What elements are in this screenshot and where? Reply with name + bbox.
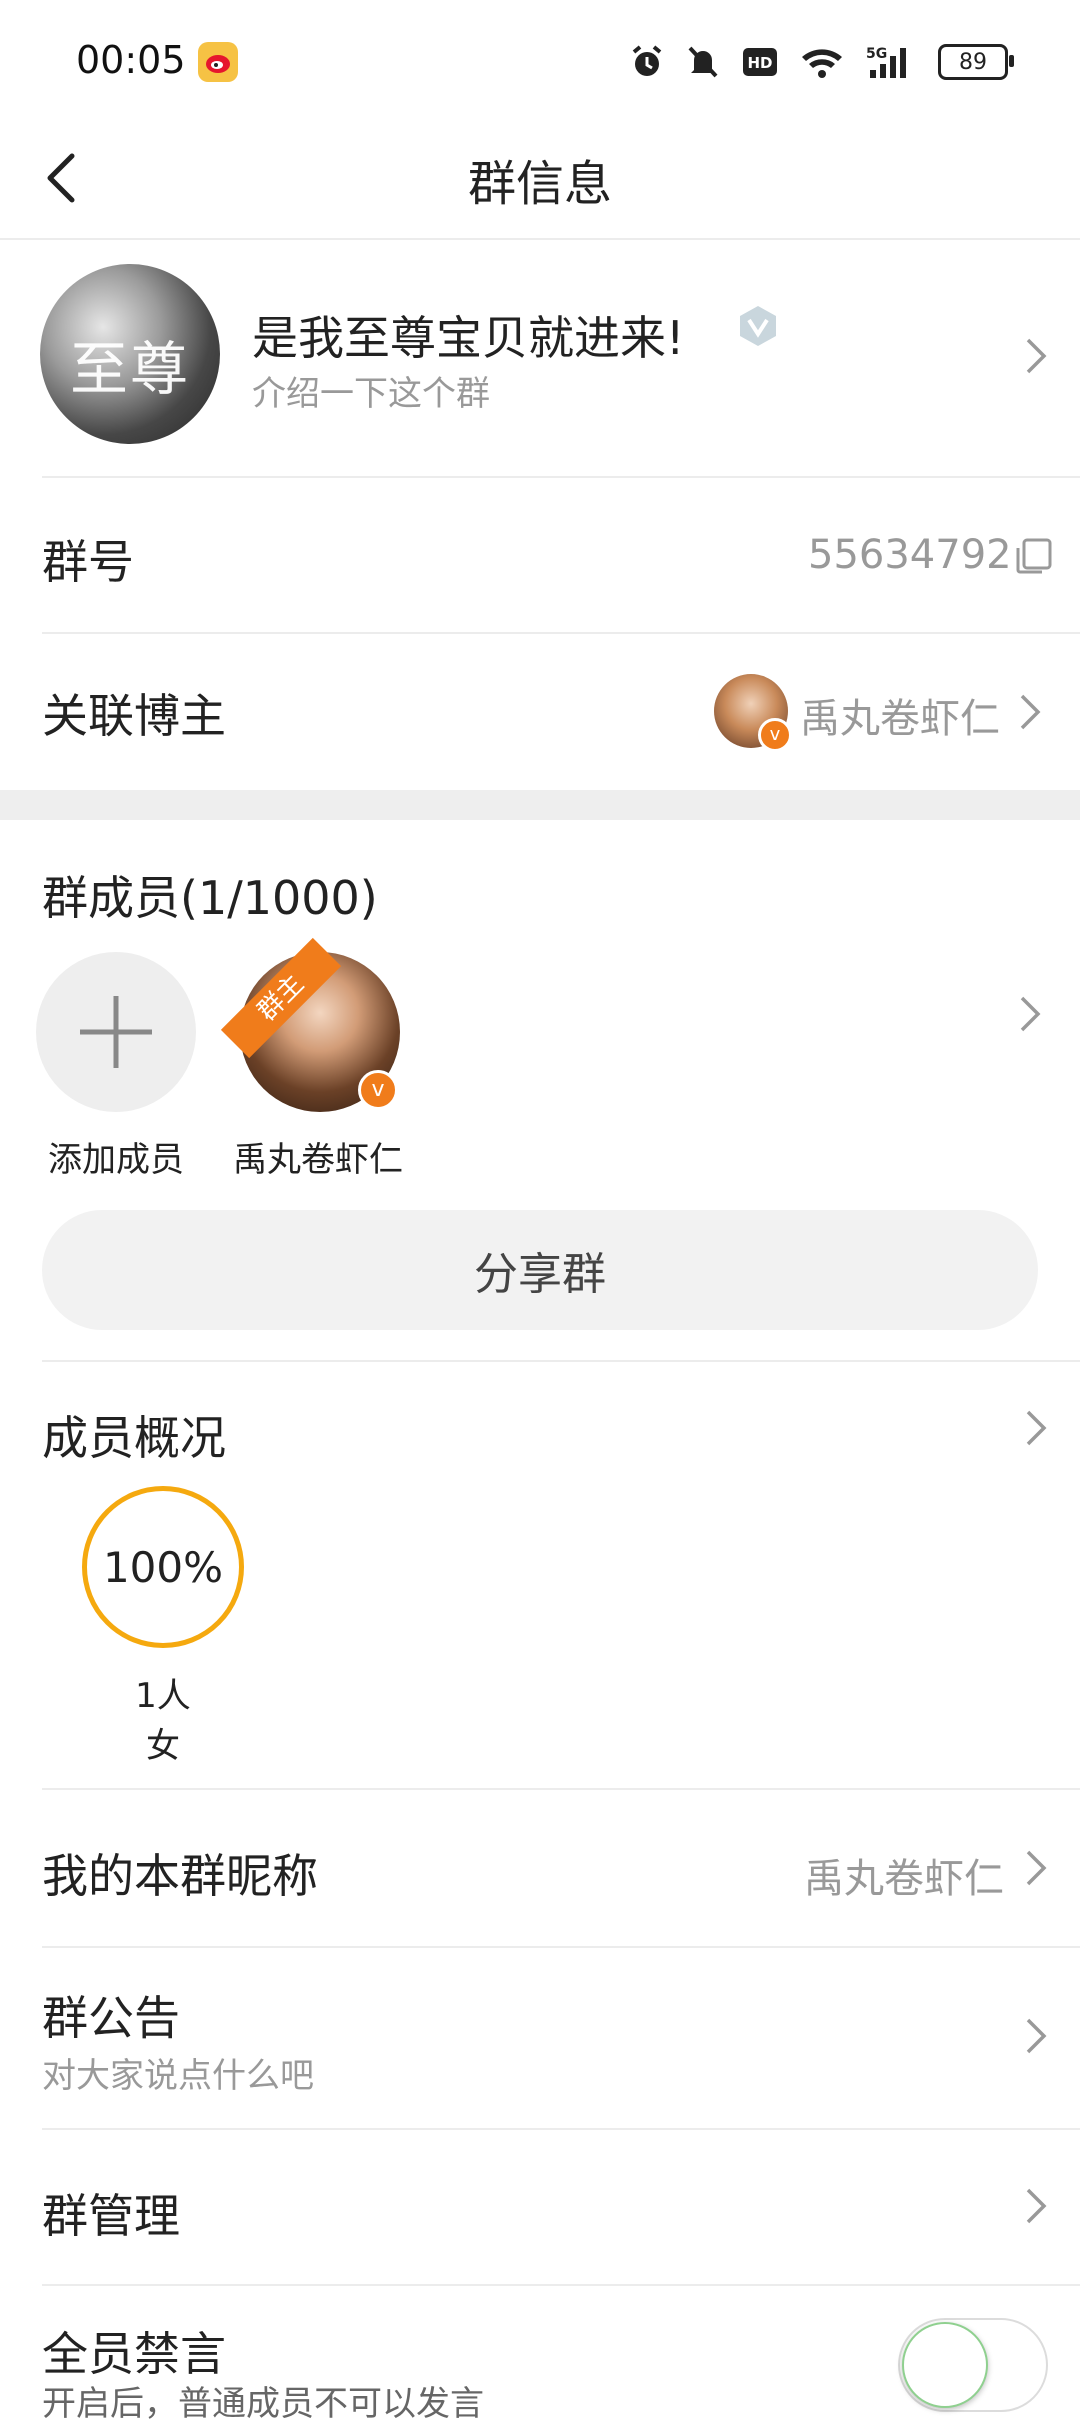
- members-title: 群成员(1/1000): [42, 871, 378, 925]
- chevron-right-icon: [1020, 694, 1041, 730]
- my-nickname-value: 禹丸卷虾仁: [804, 1856, 1004, 1902]
- group-avatar: 至尊: [40, 264, 220, 444]
- nav-bar: 群信息: [0, 120, 1080, 240]
- management-label: 群管理: [42, 2189, 180, 2243]
- section-separator: [0, 790, 1080, 820]
- mute-all-toggle[interactable]: [898, 2318, 1048, 2412]
- plus-icon: [80, 996, 152, 1068]
- group-number-label: 群号: [42, 535, 134, 589]
- group-number-value: 55634792: [808, 532, 1012, 578]
- weibo-icon: [198, 42, 238, 82]
- member-overview-title: 成员概况: [42, 1411, 226, 1465]
- status-icons: HD 5G 89: [630, 40, 1014, 84]
- 5g-signal-icon: 5G: [866, 44, 916, 80]
- divider: [42, 2284, 1080, 2286]
- copy-icon[interactable]: [1014, 536, 1054, 576]
- gender-label: 女: [146, 1726, 180, 1766]
- diamond-badge-icon: [736, 304, 780, 348]
- chevron-right-icon: [1026, 338, 1047, 374]
- wifi-icon: [800, 45, 844, 79]
- member-avatar[interactable]: 群主 v: [220, 937, 400, 1112]
- add-member-button[interactable]: [36, 952, 196, 1112]
- toggle-knob: [902, 2322, 988, 2408]
- member-name: 禹丸卷虾仁: [233, 1140, 403, 1180]
- page-title: 群信息: [467, 156, 612, 212]
- chevron-right-icon: [1026, 1410, 1047, 1446]
- mute-all-label: 全员禁言: [42, 2327, 226, 2381]
- mute-all-sub: 开启后，普通成员不可以发言: [42, 2384, 484, 2424]
- chevron-right-icon[interactable]: [1016, 994, 1044, 1034]
- hd-icon: HD: [742, 47, 778, 77]
- chevron-right-icon: [1026, 2188, 1047, 2224]
- chevron-right-icon: [1026, 2018, 1047, 2054]
- alarm-icon: [630, 44, 664, 80]
- announcement-label: 群公告: [42, 1991, 180, 2045]
- member-count: 1人: [135, 1676, 191, 1716]
- add-member-label: 添加成员: [48, 1140, 184, 1180]
- mute-icon: [686, 44, 720, 80]
- svg-text:5G: 5G: [866, 46, 887, 62]
- gender-ratio-ring: 100%: [82, 1486, 244, 1648]
- battery-icon: 89: [938, 44, 1014, 80]
- verified-badge-icon: v: [358, 1070, 398, 1110]
- verified-badge-icon: v: [758, 718, 792, 752]
- my-nickname-label: 我的本群昵称: [42, 1849, 318, 1903]
- svg-text:HD: HD: [747, 54, 772, 72]
- announcement-sub: 对大家说点什么吧: [42, 2056, 314, 2096]
- status-bar: 00:05 HD 5G 89: [0, 0, 1080, 120]
- chevron-right-icon: [1026, 1850, 1047, 1886]
- linked-blogger-name: 禹丸卷虾仁: [800, 696, 1000, 742]
- share-group-button[interactable]: 分享群: [42, 1210, 1038, 1330]
- status-time: 00:05: [76, 38, 186, 82]
- linked-blogger-label: 关联博主: [42, 689, 226, 743]
- group-description: 介绍一下这个群: [252, 374, 490, 414]
- group-name: 是我至尊宝贝就进来!: [252, 311, 685, 365]
- divider: [42, 476, 1080, 478]
